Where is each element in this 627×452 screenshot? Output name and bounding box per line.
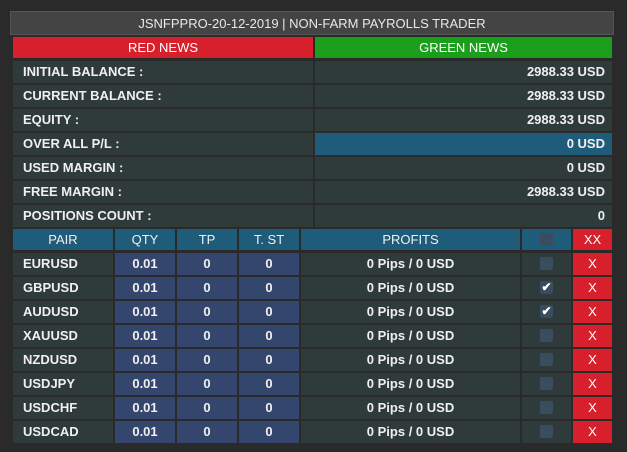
qty-cell[interactable]: 0.01 xyxy=(115,421,175,443)
tst-cell[interactable]: 0 xyxy=(239,301,299,323)
checkmark-icon: ✔ xyxy=(541,280,552,294)
close-position-button[interactable]: X xyxy=(573,325,612,347)
row-select-cell[interactable] xyxy=(522,421,571,443)
row-select-cell[interactable] xyxy=(522,397,571,419)
summary-label: USED MARGIN : xyxy=(13,157,313,179)
row-select-cell[interactable] xyxy=(522,253,571,275)
close-position-button[interactable]: X xyxy=(573,373,612,395)
tp-cell[interactable]: 0 xyxy=(177,373,237,395)
header-select-all[interactable] xyxy=(522,229,571,250)
red-news-button[interactable]: RED NEWS xyxy=(13,37,313,58)
qty-cell[interactable]: 0.01 xyxy=(115,397,175,419)
row-select-cell[interactable] xyxy=(522,373,571,395)
summary-value: 0 USD xyxy=(315,157,612,179)
summary-value: 2988.33 USD xyxy=(315,109,612,131)
profit-cell: 0 Pips / 0 USD xyxy=(301,421,520,443)
row-select-cell[interactable] xyxy=(522,325,571,347)
pair-cell: XAUUSD xyxy=(13,325,113,347)
profit-cell: 0 Pips / 0 USD xyxy=(301,373,520,395)
pair-cell: GBPUSD xyxy=(13,277,113,299)
profit-cell: 0 Pips / 0 USD xyxy=(301,301,520,323)
profit-cell: 0 Pips / 0 USD xyxy=(301,277,520,299)
row-select-cell[interactable]: ✔ xyxy=(522,301,571,323)
header-tst: T. ST xyxy=(239,229,299,250)
tp-cell[interactable]: 0 xyxy=(177,301,237,323)
summary-label: CURRENT BALANCE : xyxy=(13,85,313,107)
tst-cell[interactable]: 0 xyxy=(239,277,299,299)
tst-cell[interactable]: 0 xyxy=(239,253,299,275)
row-checkbox[interactable] xyxy=(540,425,553,438)
pair-cell: NZDUSD xyxy=(13,349,113,371)
profit-cell: 0 Pips / 0 USD xyxy=(301,397,520,419)
select-all-checkbox[interactable] xyxy=(540,233,553,246)
qty-cell[interactable]: 0.01 xyxy=(115,325,175,347)
close-position-button[interactable]: X xyxy=(573,277,612,299)
header-qty: QTY xyxy=(115,229,175,250)
tst-cell[interactable]: 0 xyxy=(239,373,299,395)
qty-cell[interactable]: 0.01 xyxy=(115,373,175,395)
summary-label: POSITIONS COUNT : xyxy=(13,205,313,227)
tst-cell[interactable]: 0 xyxy=(239,325,299,347)
summary-label: FREE MARGIN : xyxy=(13,181,313,203)
row-checkbox[interactable]: ✔ xyxy=(540,280,553,294)
row-checkbox[interactable] xyxy=(540,353,553,366)
summary-label: OVER ALL P/L : xyxy=(13,133,313,155)
trader-panel: JSNFPPRO-20-12-2019 | NON-FARM PAYROLLS … xyxy=(0,0,627,452)
row-checkbox[interactable] xyxy=(540,329,553,342)
tp-cell[interactable]: 0 xyxy=(177,325,237,347)
tp-cell[interactable]: 0 xyxy=(177,253,237,275)
pair-cell: USDCAD xyxy=(13,421,113,443)
summary-label: EQUITY : xyxy=(13,109,313,131)
qty-cell[interactable]: 0.01 xyxy=(115,349,175,371)
header-pair: PAIR xyxy=(13,229,113,250)
close-position-button[interactable]: X xyxy=(573,421,612,443)
close-position-button[interactable]: X xyxy=(573,349,612,371)
row-checkbox[interactable] xyxy=(540,257,553,270)
header-tp: TP xyxy=(177,229,237,250)
qty-cell[interactable]: 0.01 xyxy=(115,301,175,323)
row-select-cell[interactable]: ✔ xyxy=(522,277,571,299)
summary-label: INITIAL BALANCE : xyxy=(13,61,313,83)
tp-cell[interactable]: 0 xyxy=(177,397,237,419)
profit-cell: 0 Pips / 0 USD xyxy=(301,325,520,347)
panel-title: JSNFPPRO-20-12-2019 | NON-FARM PAYROLLS … xyxy=(10,11,614,35)
row-checkbox[interactable] xyxy=(540,401,553,414)
tst-cell[interactable]: 0 xyxy=(239,421,299,443)
row-checkbox[interactable] xyxy=(540,377,553,390)
summary-value: 2988.33 USD xyxy=(315,85,612,107)
close-position-button[interactable]: X xyxy=(573,301,612,323)
qty-cell[interactable]: 0.01 xyxy=(115,253,175,275)
pair-cell: AUDUSD xyxy=(13,301,113,323)
pair-cell: EURUSD xyxy=(13,253,113,275)
close-position-button[interactable]: X xyxy=(573,397,612,419)
summary-value: 2988.33 USD xyxy=(315,181,612,203)
row-checkbox[interactable]: ✔ xyxy=(540,304,553,318)
close-all-button[interactable]: XX xyxy=(573,229,612,250)
header-profits: PROFITS xyxy=(301,229,520,250)
summary-value: 0 USD xyxy=(315,133,612,155)
close-position-button[interactable]: X xyxy=(573,253,612,275)
pair-cell: USDCHF xyxy=(13,397,113,419)
summary-value: 0 xyxy=(315,205,612,227)
tst-cell[interactable]: 0 xyxy=(239,349,299,371)
tp-cell[interactable]: 0 xyxy=(177,421,237,443)
green-news-button[interactable]: GREEN NEWS xyxy=(315,37,612,58)
tp-cell[interactable]: 0 xyxy=(177,349,237,371)
profit-cell: 0 Pips / 0 USD xyxy=(301,253,520,275)
qty-cell[interactable]: 0.01 xyxy=(115,277,175,299)
summary-value: 2988.33 USD xyxy=(315,61,612,83)
pair-cell: USDJPY xyxy=(13,373,113,395)
checkmark-icon: ✔ xyxy=(541,304,552,318)
profit-cell: 0 Pips / 0 USD xyxy=(301,349,520,371)
row-select-cell[interactable] xyxy=(522,349,571,371)
tst-cell[interactable]: 0 xyxy=(239,397,299,419)
tp-cell[interactable]: 0 xyxy=(177,277,237,299)
